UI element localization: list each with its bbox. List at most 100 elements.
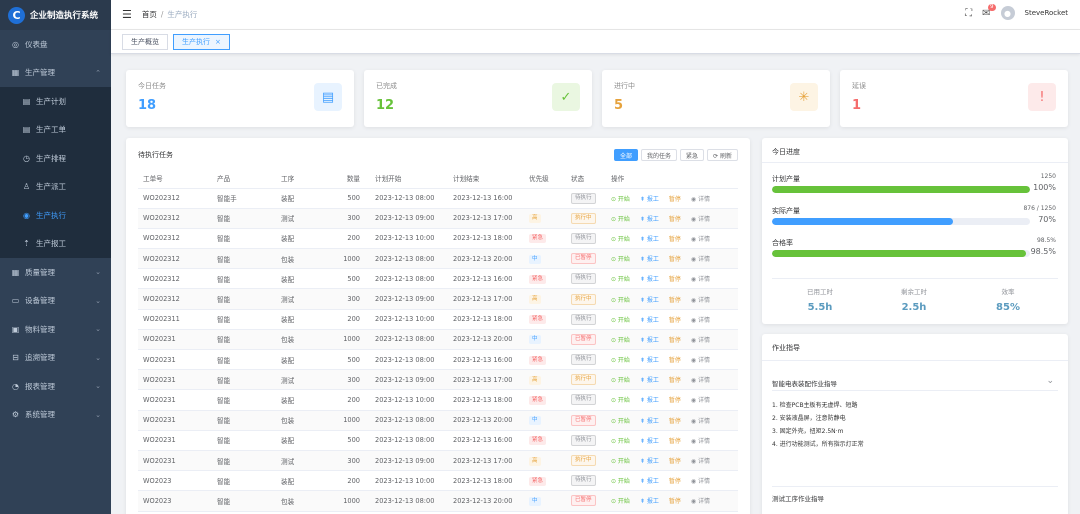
pause-button[interactable]: 暂停 — [669, 418, 681, 425]
pause-button[interactable]: 暂停 — [669, 256, 681, 263]
detail-button[interactable]: ◉ 详情 — [691, 357, 710, 364]
sidebar-item[interactable]: ◔ 报表管理 ⌄ — [0, 372, 111, 401]
start-button[interactable]: ⊙ 开始 — [611, 196, 630, 203]
report-button[interactable]: ⇞ 报工 — [640, 397, 659, 404]
detail-button[interactable]: ◉ 详情 — [691, 498, 710, 505]
detail-button[interactable]: ◉ 详情 — [691, 317, 710, 324]
table-row[interactable]: WO20231 智能 测试 300 2023-12-13 09:00 2023-12-13… — [138, 369, 738, 391]
detail-button[interactable]: ◉ 详情 — [691, 216, 710, 223]
table-row[interactable]: WO20231 智能 装配 500 2023-12-13 08:00 2023-12-13… — [138, 430, 738, 451]
pause-button[interactable]: 暂停 — [669, 317, 681, 324]
report-button[interactable]: ⇞ 报工 — [640, 438, 659, 445]
tag-production-execution[interactable]: 生产执行 × — [173, 33, 230, 50]
pause-button[interactable]: 暂停 — [669, 478, 681, 485]
start-button[interactable]: ⊙ 开始 — [611, 418, 630, 425]
pause-button[interactable]: 暂停 — [669, 397, 681, 404]
report-button[interactable]: ⇞ 报工 — [640, 276, 659, 283]
table-row[interactable]: WO202312 智能 测试 300 2023-12-13 09:00 2023-12-1… — [138, 208, 738, 229]
table-row[interactable]: WO202311 智能 装配 200 2023-12-13 10:00 2023-12-1… — [138, 309, 738, 330]
start-button[interactable]: ⊙ 开始 — [611, 256, 630, 263]
close-icon[interactable]: × — [215, 38, 221, 46]
start-button[interactable]: ⊙ 开始 — [611, 458, 630, 465]
guide-item-title[interactable]: 智能电表装配作业指导 — [772, 378, 837, 388]
avatar[interactable]: ● — [1000, 6, 1015, 20]
pause-button[interactable]: 暂停 — [669, 276, 681, 283]
report-button[interactable]: ⇞ 报工 — [640, 297, 659, 304]
table-row[interactable]: WO20231 智能 装配 500 2023-12-13 08:00 2023-12-13… — [138, 349, 738, 371]
detail-button[interactable]: ◉ 详情 — [691, 397, 710, 404]
report-button[interactable]: ⇞ 报工 — [640, 256, 659, 263]
start-button[interactable]: ⊙ 开始 — [611, 357, 630, 364]
report-button[interactable]: ⇞ 报工 — [640, 478, 659, 485]
filter-button[interactable]: 紧急 — [680, 149, 705, 161]
table-row[interactable]: WO20231 智能 包装 1000 2023-12-13 08:00 2023-12-1… — [138, 329, 738, 351]
report-button[interactable]: ⇞ 报工 — [640, 337, 659, 344]
filter-button[interactable]: 全部 — [614, 149, 639, 161]
sidebar-item[interactable]: ▤ 生产计划 — [0, 87, 111, 116]
table-row[interactable]: WO202312 智能 包装 1000 2023-12-13 08:00 2023-12-… — [138, 248, 738, 270]
report-button[interactable]: ⇞ 报工 — [640, 418, 659, 425]
sidebar-item[interactable]: ◉ 生产执行 — [0, 201, 111, 230]
start-button[interactable]: ⊙ 开始 — [611, 438, 630, 445]
detail-button[interactable]: ◉ 详情 — [691, 478, 710, 485]
detail-button[interactable]: ◉ 详情 — [691, 418, 710, 425]
mail-icon[interactable]: ✉ 9 — [982, 3, 996, 19]
pause-button[interactable]: 暂停 — [669, 357, 681, 364]
username[interactable]: SteveRocket — [1025, 9, 1068, 17]
detail-button[interactable]: ◉ 详情 — [691, 276, 710, 283]
report-button[interactable]: ⇞ 报工 — [640, 377, 659, 384]
pause-button[interactable]: 暂停 — [669, 216, 681, 223]
pause-button[interactable]: 暂停 — [669, 377, 681, 384]
start-button[interactable]: ⊙ 开始 — [611, 317, 630, 324]
report-button[interactable]: ⇞ 报工 — [640, 317, 659, 324]
report-button[interactable]: ⇞ 报工 — [640, 458, 659, 465]
pause-button[interactable]: 暂停 — [669, 337, 681, 344]
guide-item-2-title[interactable]: 测试工序作业指导 — [772, 493, 824, 503]
table-row[interactable]: WO202312 智能 测试 300 2023-12-13 09:00 2023-12-1… — [138, 288, 738, 310]
start-button[interactable]: ⊙ 开始 — [611, 236, 630, 243]
pause-button[interactable]: 暂停 — [669, 498, 681, 505]
app-logo[interactable]: C 企业制造执行系统 — [0, 0, 111, 30]
detail-button[interactable]: ◉ 详情 — [691, 458, 710, 465]
pause-button[interactable]: 暂停 — [669, 297, 681, 304]
detail-button[interactable]: ◉ 详情 — [691, 337, 710, 344]
report-button[interactable]: ⇞ 报工 — [640, 498, 659, 505]
hamburger-icon[interactable]: ☰ — [122, 8, 132, 21]
sidebar-item[interactable]: ◷ 生产排程 — [0, 144, 111, 173]
sidebar-item[interactable]: ▤ 生产工单 — [0, 115, 111, 144]
sidebar-item[interactable]: ⊟ 追溯管理 ⌄ — [0, 344, 111, 373]
start-button[interactable]: ⊙ 开始 — [611, 478, 630, 485]
start-button[interactable]: ⊙ 开始 — [611, 297, 630, 304]
table-row[interactable]: WO202312 智能 装配 200 2023-12-13 10:00 2023-12-1… — [138, 228, 738, 250]
pause-button[interactable]: 暂停 — [669, 438, 681, 445]
pause-button[interactable]: 暂停 — [669, 236, 681, 243]
sidebar-item[interactable]: ♙ 生产派工 — [0, 172, 111, 201]
pause-button[interactable]: 暂停 — [669, 458, 681, 465]
report-button[interactable]: ⇞ 报工 — [640, 357, 659, 364]
sidebar-item[interactable]: ▭ 设备管理 ⌄ — [0, 287, 111, 316]
table-row[interactable]: WO20231 智能 装配 200 2023-12-13 10:00 2023-12-13… — [138, 389, 738, 411]
detail-button[interactable]: ◉ 详情 — [691, 256, 710, 263]
fullscreen-icon[interactable]: ⛶ — [965, 8, 972, 19]
detail-button[interactable]: ◉ 详情 — [691, 196, 710, 203]
report-button[interactable]: ⇞ 报工 — [640, 216, 659, 223]
table-row[interactable]: WO2023 智能 包装 1000 2023-12-13 08:00 2023-12-13… — [138, 490, 738, 512]
detail-button[interactable]: ◉ 详情 — [691, 438, 710, 445]
table-row[interactable]: WO202312 智能手 装配 500 2023-12-13 08:00 2023-12-… — [138, 188, 738, 209]
pause-button[interactable]: 暂停 — [669, 196, 681, 203]
table-row[interactable]: WO2023 智能 装配 200 2023-12-13 10:00 2023-12-13 … — [138, 470, 738, 492]
breadcrumb-home[interactable]: 首页 — [142, 10, 157, 19]
detail-button[interactable]: ◉ 详情 — [691, 297, 710, 304]
start-button[interactable]: ⊙ 开始 — [611, 337, 630, 344]
report-button[interactable]: ⇞ 报工 — [640, 196, 659, 203]
detail-button[interactable]: ◉ 详情 — [691, 236, 710, 243]
start-button[interactable]: ⊙ 开始 — [611, 498, 630, 505]
start-button[interactable]: ⊙ 开始 — [611, 216, 630, 223]
table-row[interactable]: WO20231 智能 包装 1000 2023-12-13 08:00 2023-12-1… — [138, 410, 738, 431]
table-row[interactable]: WO20231 智能 测试 300 2023-12-13 09:00 2023-12-13… — [138, 450, 738, 472]
filter-button[interactable]: ⟳ 刷新 — [707, 149, 738, 161]
tag-production-overview[interactable]: 生产概览 — [122, 33, 168, 50]
sidebar-item[interactable]: ▦ 生产管理 ⌃ — [0, 59, 111, 88]
sidebar-item[interactable]: ▣ 物料管理 ⌄ — [0, 315, 111, 344]
chevron-down-icon[interactable]: ⌄ — [1046, 376, 1054, 386]
